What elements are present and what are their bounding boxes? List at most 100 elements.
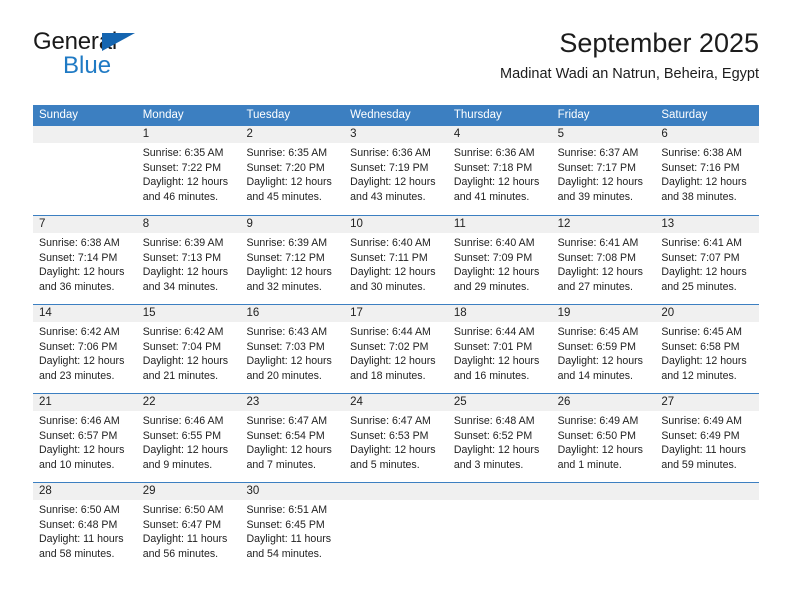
calendar-day-cell[interactable]: 20 Sunrise: 6:45 AM Sunset: 6:58 PM Dayligh… [655, 305, 760, 393]
calendar-day-cell[interactable]: 14 Sunrise: 6:42 AM Sunset: 7:06 PM Dayligh… [33, 305, 137, 393]
sunrise-text: Sunrise: 6:41 AM [661, 237, 742, 249]
day-number: 23 [240, 394, 345, 411]
calendar-day-empty [551, 483, 656, 571]
logo-text-blue: Blue [63, 52, 112, 79]
day-number: 2 [240, 126, 345, 143]
daylight-text: Daylight: 11 hours [661, 444, 746, 457]
calendar-day-cell[interactable]: 17 Sunrise: 6:44 AM Sunset: 7:02 PM Dayligh… [344, 305, 448, 393]
page-header: General Blue September 2025 Madinat Wadi… [33, 28, 759, 96]
sunset-text: Sunset: 7:07 PM [661, 251, 740, 264]
sunset-text: Sunset: 6:52 PM [453, 429, 533, 442]
day-detail-lines: Sunrise: 6:49 AM Sunset: 6:50 PM Daylight:… [552, 411, 656, 472]
daylight-text-cont: and 43 minutes. [350, 190, 426, 203]
day-number [655, 483, 760, 500]
daylight-text-cont: and 38 minutes. [661, 190, 737, 203]
calendar-day-cell[interactable]: 18 Sunrise: 6:44 AM Sunset: 7:01 PM Dayligh… [447, 305, 552, 393]
calendar-day-empty [33, 126, 137, 215]
calendar-day-cell[interactable]: 25 Sunrise: 6:48 AM Sunset: 6:52 PM Dayligh… [447, 394, 552, 482]
sunrise-text: Sunrise: 6:48 AM [453, 415, 535, 427]
day-number: 17 [344, 305, 448, 322]
day-detail-lines: Sunrise: 6:50 AM Sunset: 6:48 PM Daylight:… [33, 500, 137, 561]
sunset-text: Sunset: 6:45 PM [246, 518, 325, 531]
daylight-text-cont: and 27 minutes. [557, 280, 633, 293]
calendar-day-cell[interactable]: 24 Sunrise: 6:47 AM Sunset: 6:53 PM Dayligh… [344, 394, 448, 482]
daylight-text-cont: and 54 minutes. [246, 547, 322, 560]
daylight-text-cont: and 3 minutes. [453, 458, 524, 471]
weekday-header-friday: Friday [557, 109, 590, 121]
title-block: September 2025 Madinat Wadi an Natrun, B… [500, 26, 759, 83]
calendar-day-cell[interactable]: 19 Sunrise: 6:45 AM Sunset: 6:59 PM Dayligh… [551, 305, 656, 393]
calendar-day-cell[interactable]: 29 Sunrise: 6:50 AM Sunset: 6:47 PM Dayligh… [136, 483, 241, 571]
sunset-text: Sunset: 6:58 PM [661, 340, 740, 353]
day-number: 18 [447, 305, 552, 322]
calendar-day-cell[interactable]: 28 Sunrise: 6:50 AM Sunset: 6:48 PM Dayligh… [33, 483, 137, 571]
calendar-day-cell[interactable]: 6 Sunrise: 6:38 AM Sunset: 7:16 PM Daylight… [655, 126, 760, 215]
calendar-day-cell[interactable]: 30 Sunrise: 6:51 AM Sunset: 6:45 PM Dayligh… [240, 483, 345, 571]
daylight-text: Daylight: 11 hours [246, 533, 332, 546]
day-detail-lines: Sunrise: 6:44 AM Sunset: 7:02 PM Daylight:… [344, 322, 448, 383]
calendar-day-cell[interactable]: 2 Sunrise: 6:35 AM Sunset: 7:20 PM Daylight… [240, 126, 345, 215]
sunrise-text: Sunrise: 6:46 AM [39, 415, 120, 427]
calendar-day-cell[interactable]: 27 Sunrise: 6:49 AM Sunset: 6:49 PM Dayligh… [655, 394, 760, 482]
calendar-day-cell[interactable]: 3 Sunrise: 6:36 AM Sunset: 7:19 PM Daylight… [344, 126, 448, 215]
daylight-text: Daylight: 12 hours [39, 355, 125, 368]
calendar-day-cell[interactable]: 5 Sunrise: 6:37 AM Sunset: 7:17 PM Daylight… [551, 126, 656, 215]
sunset-text: Sunset: 7:04 PM [142, 340, 222, 353]
daylight-text-cont: and 41 minutes. [453, 190, 530, 203]
logo-top-row: General [33, 28, 233, 56]
daylight-text-cont: and 32 minutes. [246, 280, 322, 293]
day-detail-lines: Sunrise: 6:45 AM Sunset: 6:58 PM Daylight:… [655, 322, 759, 383]
day-number: 26 [551, 394, 656, 411]
day-detail-lines [33, 143, 137, 146]
calendar-day-cell[interactable]: 12 Sunrise: 6:41 AM Sunset: 7:08 PM Dayligh… [551, 216, 656, 304]
daylight-text: Daylight: 12 hours [453, 444, 540, 457]
daylight-text-cont: and 56 minutes. [142, 547, 219, 560]
calendar-day-cell[interactable]: 1 Sunrise: 6:35 AM Sunset: 7:22 PM Daylight… [136, 126, 241, 215]
calendar-week-row: 28 Sunrise: 6:50 AM Sunset: 6:48 PM Dayligh… [33, 482, 760, 571]
daylight-text: Daylight: 12 hours [142, 266, 229, 279]
day-number: 25 [447, 394, 552, 411]
calendar-day-cell[interactable]: 9 Sunrise: 6:39 AM Sunset: 7:12 PM Daylight… [240, 216, 345, 304]
day-detail-lines: Sunrise: 6:45 AM Sunset: 6:59 PM Daylight:… [552, 322, 656, 383]
sunrise-text: Sunrise: 6:42 AM [142, 326, 224, 338]
sunset-text: Sunset: 7:08 PM [557, 251, 636, 264]
day-detail-lines: Sunrise: 6:51 AM Sunset: 6:45 PM Daylight:… [240, 500, 344, 561]
sunrise-text: Sunrise: 6:35 AM [142, 147, 224, 159]
daylight-text: Daylight: 12 hours [557, 444, 643, 457]
calendar-day-cell[interactable]: 15 Sunrise: 6:42 AM Sunset: 7:04 PM Dayligh… [136, 305, 241, 393]
daylight-text: Daylight: 12 hours [453, 176, 540, 189]
calendar-day-cell[interactable]: 23 Sunrise: 6:47 AM Sunset: 6:54 PM Dayligh… [240, 394, 345, 482]
calendar-day-cell[interactable]: 11 Sunrise: 6:40 AM Sunset: 7:09 PM Dayligh… [447, 216, 552, 304]
calendar-day-cell[interactable]: 16 Sunrise: 6:43 AM Sunset: 7:03 PM Dayligh… [240, 305, 345, 393]
sunset-text: Sunset: 6:47 PM [142, 518, 222, 531]
day-number: 7 [33, 216, 137, 233]
calendar-day-cell[interactable]: 4 Sunrise: 6:36 AM Sunset: 7:18 PM Daylight… [447, 126, 552, 215]
day-detail-lines [552, 500, 656, 503]
weekday-header-saturday: Saturday [661, 109, 708, 121]
sunrise-text: Sunrise: 6:42 AM [39, 326, 120, 338]
daylight-text: Daylight: 12 hours [350, 355, 436, 368]
daylight-text-cont: and 36 minutes. [39, 280, 115, 293]
day-detail-lines: Sunrise: 6:44 AM Sunset: 7:01 PM Daylight:… [448, 322, 552, 383]
calendar-day-cell[interactable]: 10 Sunrise: 6:40 AM Sunset: 7:11 PM Dayligh… [344, 216, 448, 304]
day-number: 15 [136, 305, 241, 322]
sunrise-text: Sunrise: 6:51 AM [246, 504, 328, 516]
calendar-day-cell[interactable]: 26 Sunrise: 6:49 AM Sunset: 6:50 PM Dayligh… [551, 394, 656, 482]
sunset-text: Sunset: 6:54 PM [246, 429, 325, 442]
daylight-text-cont: and 16 minutes. [453, 369, 530, 382]
calendar-day-cell[interactable]: 7 Sunrise: 6:38 AM Sunset: 7:14 PM Daylight… [33, 216, 137, 304]
day-detail-lines: Sunrise: 6:36 AM Sunset: 7:19 PM Daylight:… [344, 143, 448, 204]
day-detail-lines: Sunrise: 6:37 AM Sunset: 7:17 PM Daylight:… [552, 143, 656, 204]
day-number: 3 [344, 126, 448, 143]
sunset-text: Sunset: 7:11 PM [350, 251, 428, 264]
day-detail-lines [655, 500, 759, 503]
day-detail-lines: Sunrise: 6:39 AM Sunset: 7:13 PM Daylight:… [137, 233, 241, 294]
daylight-text-cont: and 9 minutes. [142, 458, 213, 471]
calendar-day-cell[interactable]: 22 Sunrise: 6:46 AM Sunset: 6:55 PM Dayligh… [136, 394, 241, 482]
sunset-text: Sunset: 7:12 PM [246, 251, 325, 264]
calendar-day-cell[interactable]: 13 Sunrise: 6:41 AM Sunset: 7:07 PM Dayligh… [655, 216, 760, 304]
calendar-day-cell[interactable]: 21 Sunrise: 6:46 AM Sunset: 6:57 PM Dayligh… [33, 394, 137, 482]
day-number: 11 [447, 216, 552, 233]
sunset-text: Sunset: 7:03 PM [246, 340, 325, 353]
calendar-day-cell[interactable]: 8 Sunrise: 6:39 AM Sunset: 7:13 PM Daylight… [136, 216, 241, 304]
